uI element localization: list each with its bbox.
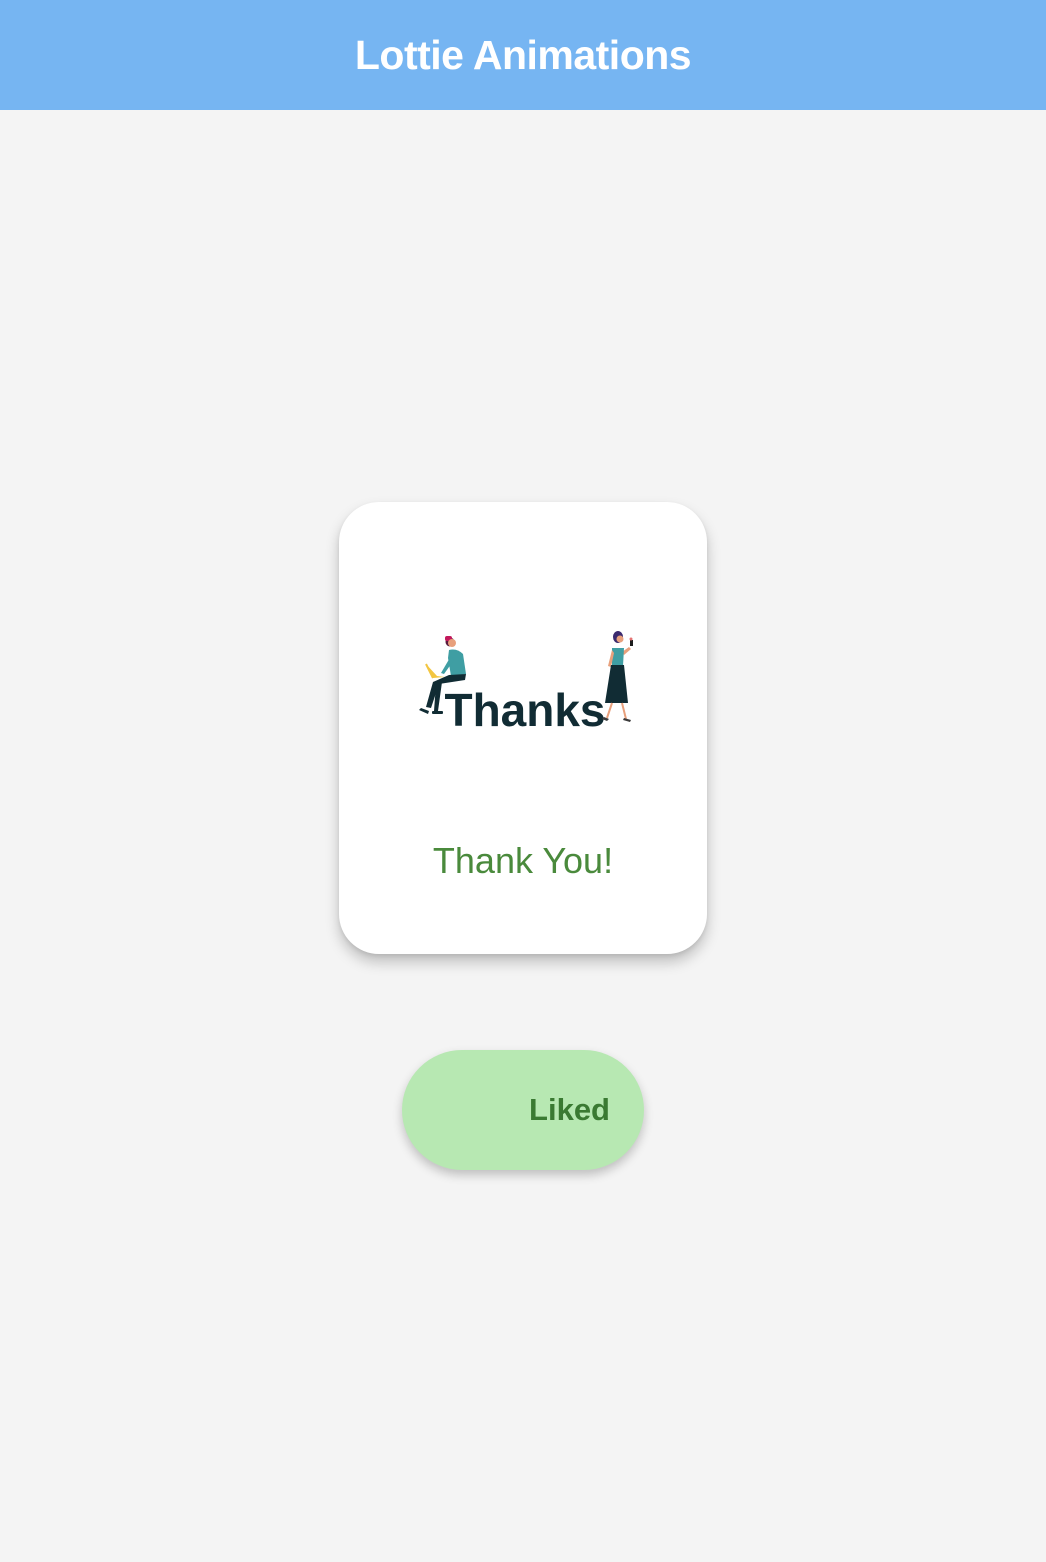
app-title: Lottie Animations bbox=[354, 31, 692, 78]
thanks-card: Thanks Thank You! bbox=[339, 502, 707, 954]
like-button[interactable]: Liked bbox=[402, 1050, 644, 1170]
thanks-word: Thanks bbox=[444, 684, 605, 736]
app-bar: Lottie Animations bbox=[0, 0, 1046, 110]
thank-you-caption: Thank You! bbox=[432, 840, 614, 881]
woman-with-phone-illustration bbox=[602, 631, 633, 722]
like-button-label: Liked bbox=[529, 1092, 610, 1127]
app-screen: Lottie Animations Thanks Thank You! Like… bbox=[0, 0, 1046, 1562]
thanks-lottie-animation: Thanks bbox=[419, 631, 633, 736]
